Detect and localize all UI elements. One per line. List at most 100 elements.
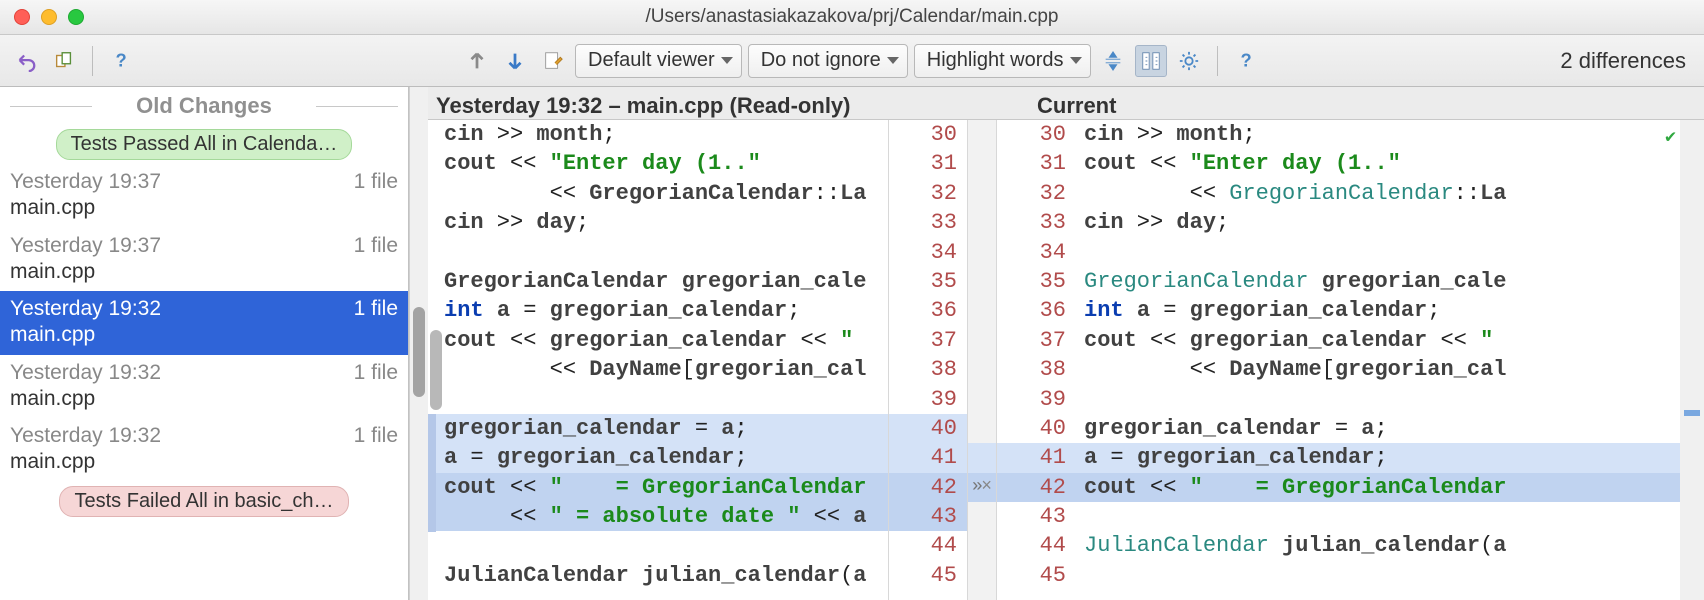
prev-diff-icon[interactable] (461, 45, 493, 77)
code-line[interactable] (1076, 561, 1680, 590)
code-line[interactable] (1076, 385, 1680, 414)
line-number: 35 (997, 267, 1076, 296)
code-line[interactable]: cin >> day; (1076, 208, 1680, 237)
collapse-unchanged-icon[interactable] (1097, 45, 1129, 77)
svg-text:?: ? (1240, 50, 1251, 71)
history-filecount: 1 file (354, 423, 398, 449)
settings-gear-icon[interactable] (1173, 45, 1205, 77)
line-number: 36 (997, 296, 1076, 325)
code-line[interactable]: cout << "Enter day (1.." (436, 149, 888, 178)
line-number: 38 (889, 355, 967, 384)
code-line[interactable]: int a = gregorian_calendar; (1076, 296, 1680, 325)
history-item-selected[interactable]: Yesterday 19:321 file main.cpp (0, 291, 408, 355)
viewer-dropdown[interactable]: Default viewer (575, 44, 742, 78)
left-code-pane[interactable]: cin >> month;cout << "Enter day (1.." <<… (428, 120, 888, 600)
mid-strip-cell (968, 385, 996, 414)
code-line[interactable] (436, 531, 888, 560)
history-timestamp: Yesterday 19:32 (10, 360, 161, 386)
line-number: 45 (997, 561, 1076, 590)
close-window-icon[interactable] (14, 9, 30, 25)
code-line[interactable]: GregorianCalendar gregorian_cale (1076, 267, 1680, 296)
ignore-dropdown[interactable]: Do not ignore (748, 44, 908, 78)
left-line-gutter: 30313233343536373839404142434445 (888, 120, 968, 600)
minimize-window-icon[interactable] (41, 9, 57, 25)
code-line[interactable]: cout << " = GregorianCalendar (436, 473, 888, 502)
code-line[interactable]: << GregorianCalendar::La (1076, 179, 1680, 208)
highlight-label: Highlight words (927, 49, 1064, 72)
code-line[interactable] (436, 385, 888, 414)
line-number: 43 (997, 502, 1076, 531)
line-number: 45 (889, 561, 967, 590)
history-timestamp: Yesterday 19:37 (10, 233, 161, 259)
undo-icon[interactable] (10, 45, 42, 77)
tests-passed-pill[interactable]: Tests Passed All in Calenda… (56, 129, 353, 160)
code-line[interactable]: a = gregorian_calendar; (436, 443, 888, 472)
line-number: 31 (889, 149, 967, 178)
code-line[interactable]: JulianCalendar julian_calendar(a (436, 561, 888, 590)
copy-to-other-icon[interactable] (48, 45, 80, 77)
code-line[interactable] (1076, 238, 1680, 267)
mid-strip-cell (968, 414, 996, 443)
diff-count-label: 2 differences (1560, 48, 1686, 74)
code-line[interactable]: << GregorianCalendar::La (436, 179, 888, 208)
code-line[interactable]: JulianCalendar julian_calendar(a (1076, 531, 1680, 560)
history-item[interactable]: Yesterday 19:371 file main.cpp (0, 228, 408, 292)
code-line[interactable]: cin >> day; (436, 208, 888, 237)
line-number: 40 (997, 414, 1076, 443)
next-diff-icon[interactable] (499, 45, 531, 77)
sidebar-scrollbar[interactable] (409, 87, 428, 600)
code-line[interactable]: gregorian_calendar = a; (1076, 414, 1680, 443)
tests-failed-pill[interactable]: Tests Failed All in basic_ch… (59, 486, 348, 517)
zoom-window-icon[interactable] (68, 9, 84, 25)
line-number: 32 (997, 179, 1076, 208)
history-timestamp: Yesterday 19:32 (10, 296, 161, 322)
diff-headers: Yesterday 19:32 – main.cpp (Read-only) C… (428, 87, 1704, 119)
code-line[interactable]: << DayName[gregorian_cal (436, 355, 888, 384)
mid-strip-cell (968, 502, 996, 531)
right-code-pane[interactable]: ✔ cin >> month;cout << "Enter day (1.." … (1076, 120, 1680, 600)
code-line[interactable]: gregorian_calendar = a; (436, 414, 888, 443)
help-icon[interactable]: ? (105, 45, 137, 77)
chevron-down-icon (887, 57, 899, 64)
mid-strip-cell (968, 326, 996, 355)
history-filename: main.cpp (10, 386, 398, 412)
highlight-dropdown[interactable]: Highlight words (914, 44, 1091, 78)
line-number: 43 (889, 502, 967, 531)
code-line[interactable]: cin >> month; (436, 120, 888, 149)
code-line[interactable]: a = gregorian_calendar; (1076, 443, 1680, 472)
code-line[interactable] (1076, 502, 1680, 531)
code-line[interactable]: cout << " = GregorianCalendar (1076, 473, 1680, 502)
code-line[interactable]: << " = absolute date " << a (436, 502, 888, 531)
sync-scroll-icon[interactable] (1135, 45, 1167, 77)
edit-source-icon[interactable] (537, 45, 569, 77)
line-number: 38 (997, 355, 1076, 384)
code-line[interactable]: cout << gregorian_calendar << " (436, 326, 888, 355)
mid-strip-cell (968, 179, 996, 208)
history-item[interactable]: Yesterday 19:32 1 file main.cpp (0, 355, 408, 419)
history-item[interactable]: Yesterday 19:371 file main.cpp (0, 164, 408, 228)
history-filename: main.cpp (10, 195, 398, 221)
window-controls (0, 9, 84, 25)
history-filecount: 1 file (354, 169, 398, 195)
diff-body[interactable]: cin >> month;cout << "Enter day (1.." <<… (428, 119, 1704, 600)
history-filename: main.cpp (10, 259, 398, 285)
code-line[interactable]: << DayName[gregorian_cal (1076, 355, 1680, 384)
diff-right-header: Current (1033, 93, 1704, 119)
code-line[interactable]: cout << "Enter day (1.." (1076, 149, 1680, 178)
discard-diff-icon[interactable]: × (981, 473, 992, 502)
line-number: 34 (997, 238, 1076, 267)
help-icon-right[interactable]: ? (1230, 45, 1262, 77)
history-item[interactable]: Yesterday 19:321 file main.cpp (0, 418, 408, 482)
line-number: 39 (997, 385, 1076, 414)
code-line[interactable]: cin >> month; (1076, 120, 1680, 149)
line-number: 33 (889, 208, 967, 237)
history-filecount: 1 file (354, 360, 398, 386)
mid-strip-cell (968, 443, 996, 472)
line-number: 30 (997, 120, 1076, 149)
code-line[interactable]: int a = gregorian_calendar; (436, 296, 888, 325)
code-line[interactable]: GregorianCalendar gregorian_cale (436, 267, 888, 296)
code-line[interactable] (436, 238, 888, 267)
right-marker-bar[interactable] (1680, 120, 1704, 600)
mid-strip-cell (968, 531, 996, 560)
code-line[interactable]: cout << gregorian_calendar << " (1076, 326, 1680, 355)
